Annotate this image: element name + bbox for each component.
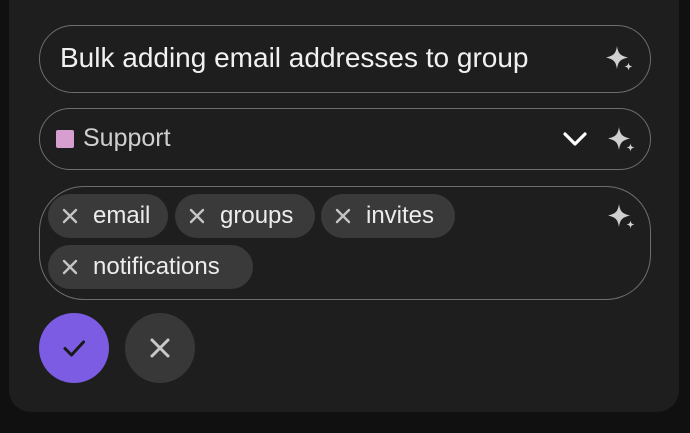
tag-chip: notifications — [48, 245, 253, 289]
close-icon[interactable] — [188, 207, 206, 225]
sparkle-icon[interactable] — [603, 43, 635, 75]
tag-chip: groups — [175, 194, 315, 238]
category-select[interactable]: Support — [39, 108, 651, 170]
tag-label: groups — [220, 202, 294, 229]
title-input-value[interactable]: Bulk adding email addresses to group — [60, 42, 529, 74]
tag-label: notifications — [93, 253, 220, 280]
check-icon — [63, 340, 85, 357]
confirm-button[interactable] — [39, 313, 109, 383]
chevron-down-icon[interactable] — [562, 129, 588, 149]
title-field[interactable]: Bulk adding email addresses to group — [39, 25, 651, 93]
cancel-button[interactable] — [125, 313, 195, 383]
tag-label: email — [93, 202, 151, 229]
close-icon[interactable] — [334, 207, 352, 225]
close-icon — [150, 338, 170, 358]
close-icon[interactable] — [61, 207, 79, 225]
tag-label: invites — [366, 202, 435, 229]
sparkle-icon[interactable] — [605, 201, 637, 233]
category-color-swatch — [56, 130, 74, 148]
close-icon[interactable] — [61, 258, 79, 276]
category-label: Support — [83, 124, 171, 152]
sparkle-icon[interactable] — [605, 124, 637, 156]
tag-chip: invites — [321, 194, 455, 238]
tag-chip: email — [48, 194, 168, 238]
